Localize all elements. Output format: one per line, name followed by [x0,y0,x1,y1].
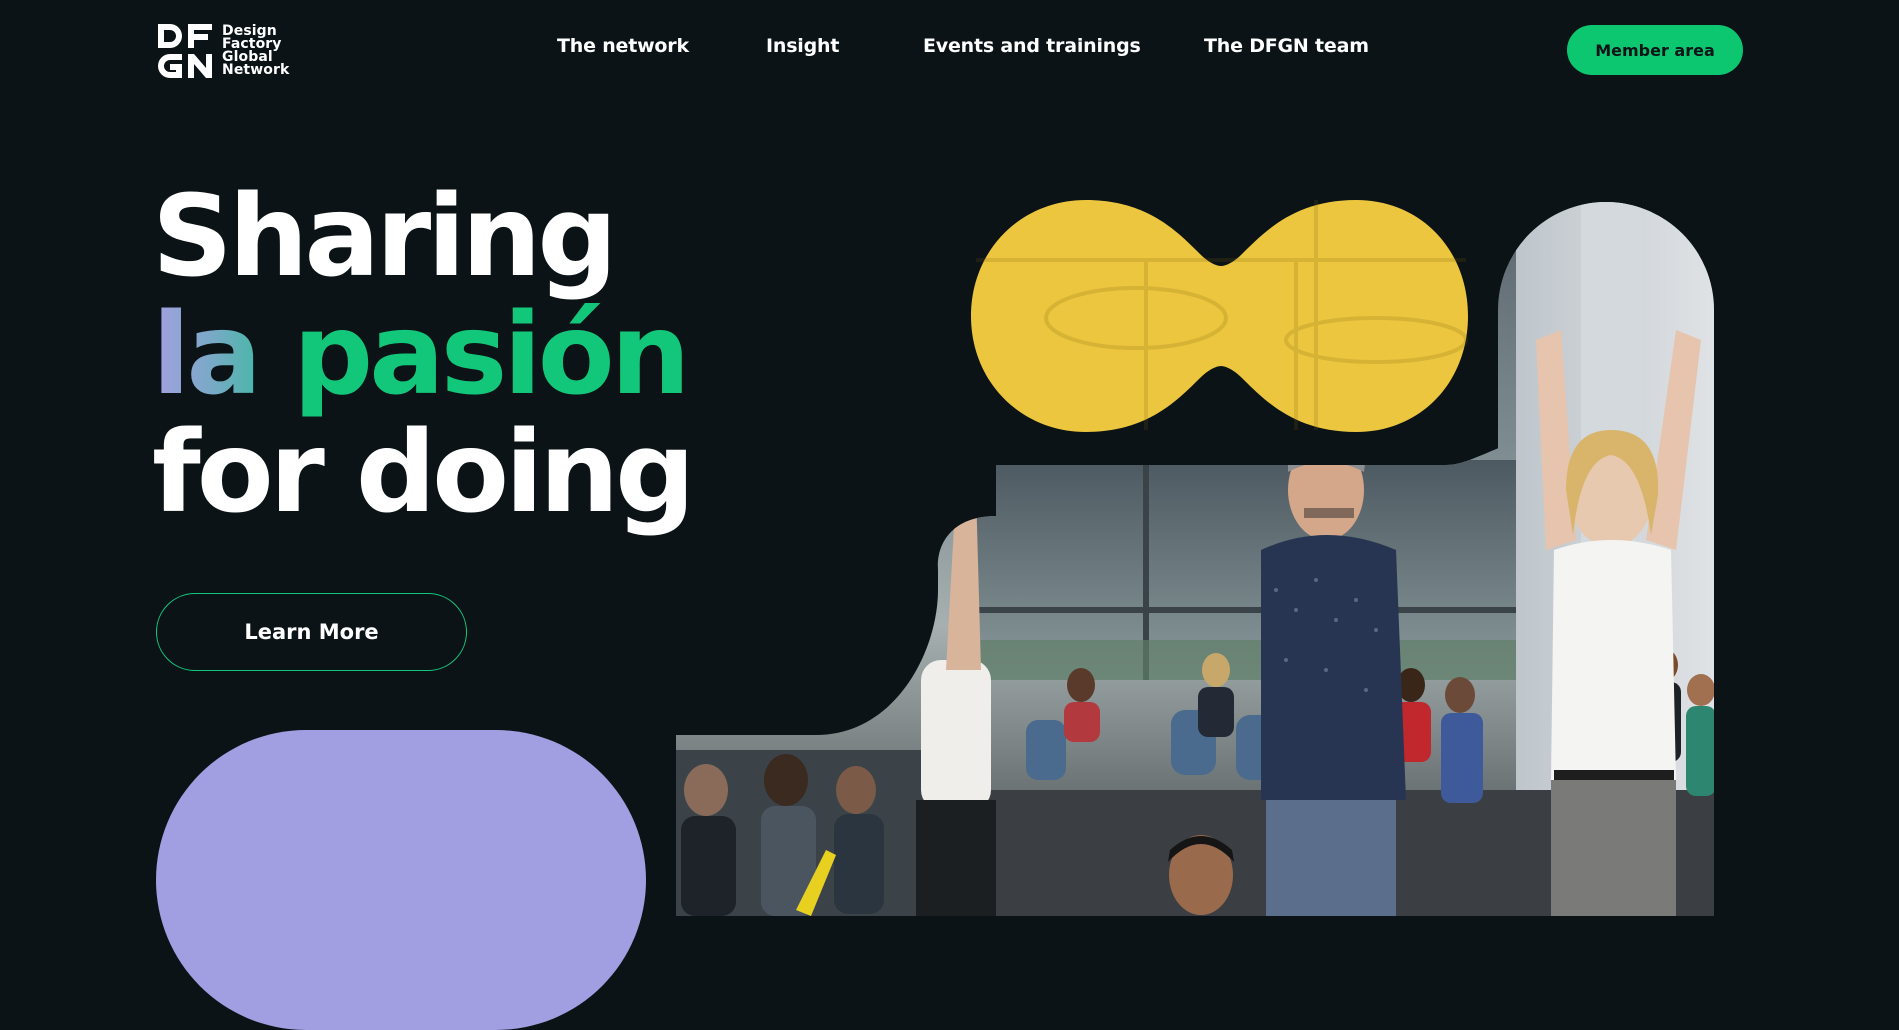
headline-gradient-word: la [152,290,262,420]
headline-green-word: pasión [257,290,691,420]
headline-line-3: for doing [152,408,695,538]
decorative-lavender-shape [156,730,646,1030]
site-header: Design Factory Global Network The networ… [0,0,1899,100]
hero-headline: Sharing la pasión for doing [152,172,695,538]
headline-line-2: la pasión [152,296,691,414]
learn-more-button[interactable]: Learn More [156,593,467,671]
nav-item-the-network[interactable]: The network [557,35,689,57]
logo-word: Network [222,62,290,78]
hero-photo-collage [676,190,1742,916]
member-area-button[interactable]: Member area [1567,25,1743,75]
nav-item-insight[interactable]: Insight [766,35,839,57]
workshop-photo [676,200,1714,916]
headline-line-1: Sharing [152,172,618,302]
decorative-yellow-shape [971,200,1468,432]
nav-item-events-and-trainings[interactable]: Events and trainings [923,35,1141,57]
nav-item-the-dfgn-team[interactable]: The DFGN team [1204,35,1369,57]
